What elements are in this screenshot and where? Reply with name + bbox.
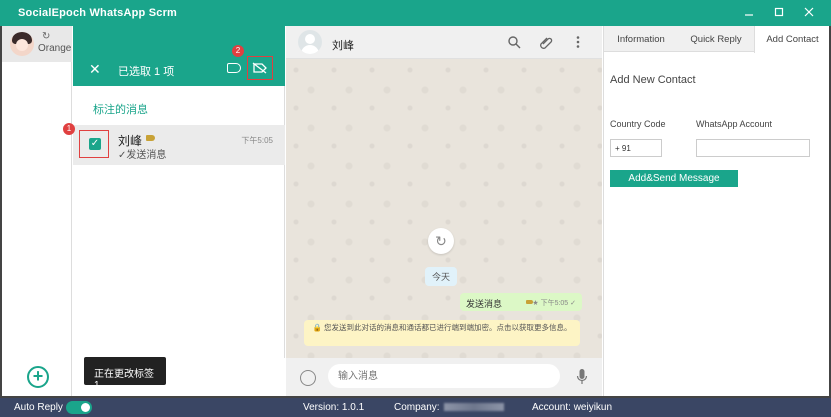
plus-circle-icon[interactable]: + — [27, 366, 49, 388]
chat-preview: ✓发送消息 — [118, 150, 167, 161]
checkbox-highlight: ✓ — [79, 130, 109, 158]
add-send-button[interactable]: Add&Send Message — [610, 170, 738, 187]
message-input[interactable] — [328, 364, 560, 388]
company-text: Company: — [394, 402, 504, 413]
refresh-icon[interactable]: ↻ — [42, 31, 50, 42]
reload-icon[interactable]: ↻ — [428, 228, 454, 254]
status-bar: Auto Reply Version: 1.0.1 Company: Accou… — [0, 398, 831, 417]
search-icon[interactable] — [506, 34, 522, 50]
outgoing-message[interactable]: 发送消息 ★ 下午5:05 ✓ — [460, 293, 582, 311]
company-label: Company: — [394, 402, 440, 413]
account-text: Account: weiyikun — [532, 402, 613, 413]
message-meta: ★ 下午5:05 ✓ — [532, 300, 576, 307]
whatsapp-account-label: WhatsApp Account — [696, 119, 773, 129]
chat-row[interactable]: ✓ 刘峰 下午5:05 ✓发送消息 — [73, 125, 285, 165]
company-redacted — [443, 403, 504, 412]
encryption-notice[interactable]: 🔒 您发送到此对话的消息和通话都已进行端到端加密。点击以获取更多信息。 — [304, 320, 580, 346]
chat-panel: 刘峰 ↻ 今天 发送消息 ★ 下午5:05 ✓ 🔒 您发送到此对话的消息和通话都… — [286, 26, 602, 358]
remove-label-button[interactable] — [247, 56, 273, 80]
contact-name[interactable]: 刘峰 — [332, 37, 354, 53]
chat-background — [286, 60, 602, 358]
attach-icon[interactable] — [538, 34, 554, 50]
account-name: Orange — [38, 43, 72, 54]
emoji-icon[interactable] — [300, 370, 316, 386]
section-title: Add New Contact — [610, 74, 696, 86]
checkbox[interactable]: ✓ — [89, 138, 101, 150]
avatar — [10, 32, 34, 56]
label-off-icon — [252, 62, 267, 74]
app-title: SocialEpoch WhatsApp Scrm — [18, 7, 178, 19]
auto-reply-toggle[interactable] — [66, 401, 92, 414]
tab-add-contact[interactable]: Add Contact — [754, 26, 830, 53]
label-icon[interactable] — [227, 63, 241, 73]
minimize-icon[interactable] — [738, 2, 760, 22]
mic-icon[interactable] — [576, 368, 588, 386]
country-code-label: Country Code — [610, 119, 666, 129]
account-item[interactable]: ↻ Orange — [2, 26, 72, 62]
date-chip: 今天 — [425, 267, 458, 286]
chat-header: 刘峰 — [286, 26, 602, 59]
message-input-bar — [286, 358, 602, 398]
whatsapp-account-field[interactable] — [696, 139, 810, 157]
tag-icon — [146, 135, 155, 141]
account-column: ↻ Orange + — [2, 26, 72, 398]
message-text: 发送消息 — [466, 299, 503, 309]
chat-time: 下午5:05 — [241, 136, 273, 145]
selected-count: 已选取 1 项 — [118, 66, 175, 78]
starred-messages-link[interactable]: 标注的消息 — [93, 101, 148, 117]
step-badge-1: 1 — [63, 123, 75, 135]
more-icon[interactable] — [570, 34, 586, 50]
contact-avatar[interactable] — [298, 30, 322, 54]
side-panel: Information Quick Reply Add Contact Add … — [603, 26, 830, 398]
selection-header: ✕ 已选取 1 项 2 — [73, 26, 285, 86]
step-badge-2: 2 — [232, 45, 244, 57]
toast-notification: 正在更改标签 1 — [84, 357, 166, 391]
restore-icon[interactable] — [768, 2, 790, 22]
chat-list-panel: ✕ 已选取 1 项 2 标注的消息 ✓ 刘峰 下午5:05 ✓发送消息 — [73, 26, 285, 358]
side-tabs: Information Quick Reply Add Contact — [604, 26, 830, 53]
close-icon[interactable] — [798, 2, 820, 22]
country-code-field[interactable] — [610, 139, 662, 157]
close-selection-icon[interactable]: ✕ — [89, 61, 101, 78]
title-bar: SocialEpoch WhatsApp Scrm — [0, 0, 831, 26]
auto-reply-label: Auto Reply — [14, 402, 63, 413]
tab-quick-reply[interactable]: Quick Reply — [678, 26, 754, 52]
tab-information[interactable]: Information — [604, 26, 678, 52]
version-text: Version: 1.0.1 — [303, 402, 365, 413]
